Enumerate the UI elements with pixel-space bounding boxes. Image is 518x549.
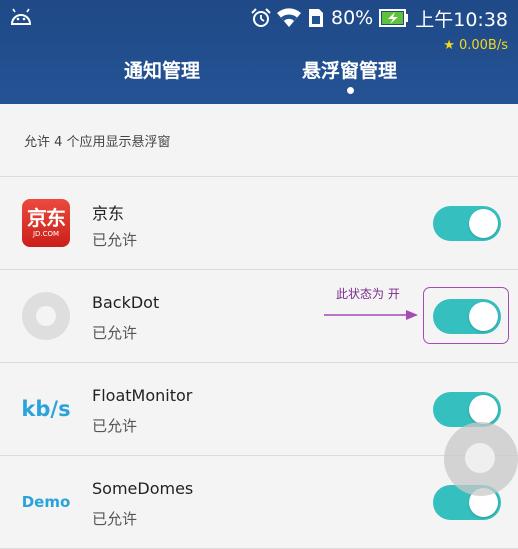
- summary-bar: 允许 4 个应用显示悬浮窗: [0, 104, 518, 177]
- app-status: 已允许: [92, 231, 138, 249]
- app-row-floatmonitor[interactable]: kb/s FloatMonitor 已允许: [0, 363, 518, 456]
- jd-logo-icon: 京东 JD.COM: [22, 199, 70, 247]
- app-row-jd[interactable]: 京东 JD.COM 京东 已允许: [0, 177, 518, 270]
- backdot-icon: [22, 292, 70, 340]
- status-bar: 80% 上午10:38 ★ 0.00B/s: [0, 0, 518, 53]
- app-name: SomeDomes: [92, 479, 194, 498]
- wifi-icon: [277, 8, 301, 27]
- floating-ball-icon[interactable]: [444, 422, 518, 496]
- battery-charging-icon: [379, 9, 409, 27]
- tab-notification-management[interactable]: 通知管理: [124, 56, 200, 83]
- kbs-icon: kb/s: [21, 397, 71, 421]
- app-name: FloatMonitor: [92, 386, 193, 405]
- selected-tab-indicator: [347, 87, 354, 94]
- tab-floating-window-management[interactable]: 悬浮窗管理: [302, 56, 397, 83]
- network-speed: ★ 0.00B/s: [443, 38, 508, 53]
- battery-percent: 80%: [331, 7, 374, 29]
- app-status: 已允许: [92, 417, 138, 435]
- annotation-highlight-box: [423, 287, 509, 344]
- android-icon: [10, 8, 32, 25]
- sim-card-icon: [309, 9, 323, 27]
- toggle-knob: [469, 395, 498, 424]
- app-status: 已允许: [92, 510, 138, 528]
- app-name: BackDot: [92, 293, 160, 312]
- tab-bar: 通知管理 悬浮窗管理: [0, 56, 518, 86]
- app-row-somedomes[interactable]: Demo SomeDomes 已允许: [0, 456, 518, 549]
- allowed-count-text: 允许 4 个应用显示悬浮窗: [24, 135, 171, 150]
- alarm-icon: [251, 8, 271, 27]
- float-permission-toggle[interactable]: [433, 392, 501, 427]
- annotation-label: 此状态为 开: [336, 287, 400, 301]
- toggle-knob: [469, 209, 498, 238]
- annotation-arrow-icon: [324, 310, 418, 320]
- clock-time: 上午10:38: [415, 8, 508, 31]
- app-header: 80% 上午10:38 ★ 0.00B/s 通知管理 悬浮窗管理: [0, 0, 518, 104]
- app-name: 京东: [92, 204, 125, 223]
- app-status: 已允许: [92, 324, 138, 342]
- float-permission-toggle[interactable]: [433, 206, 501, 241]
- demo-icon: Demo: [21, 493, 71, 511]
